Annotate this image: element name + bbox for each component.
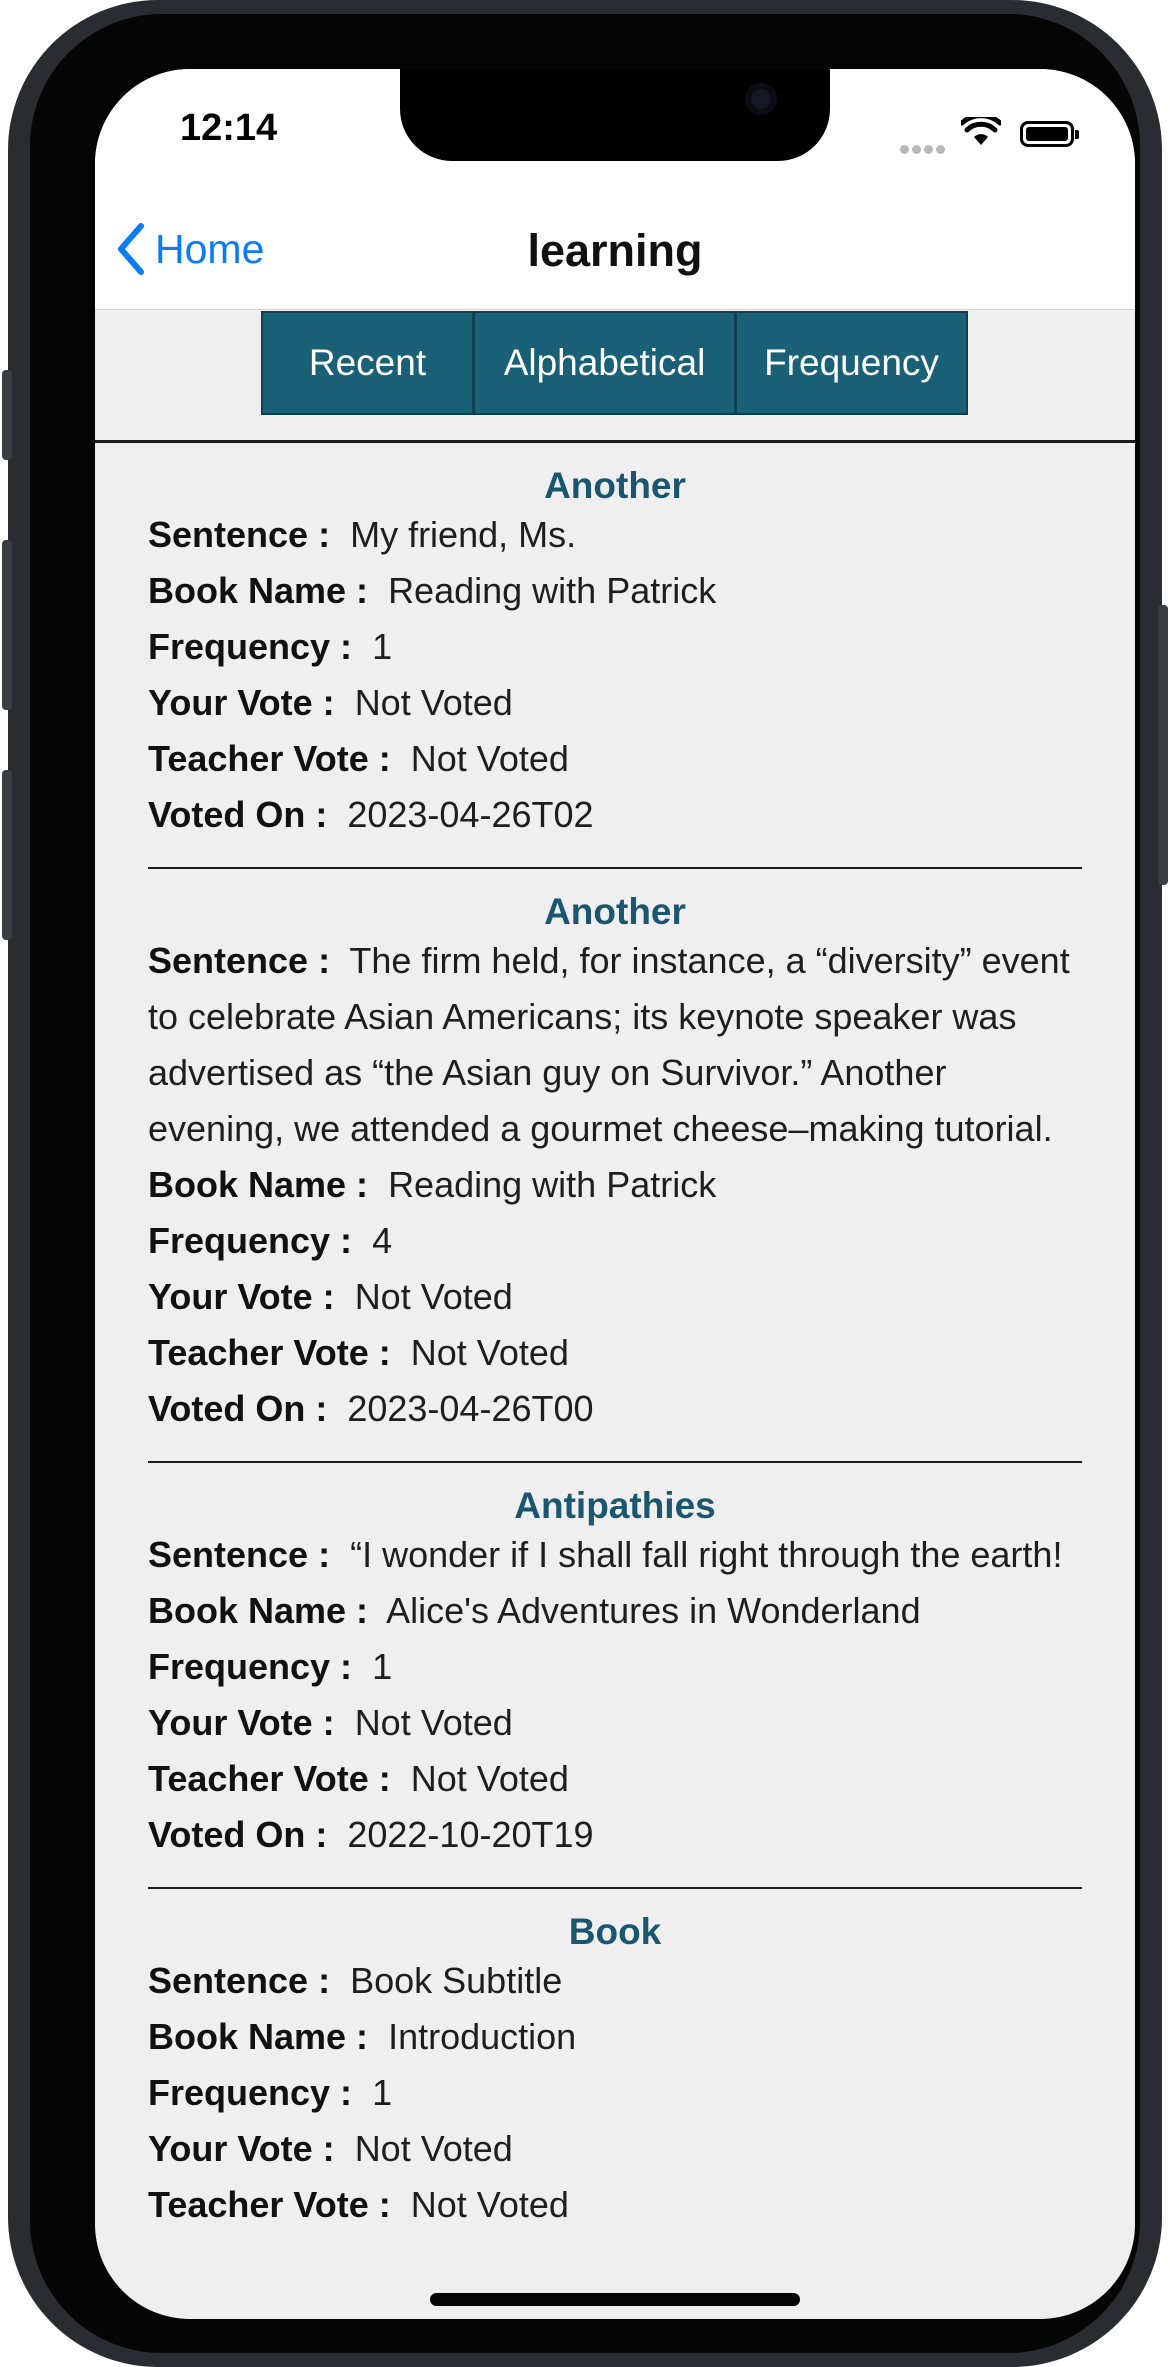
frequency-value: 4 — [372, 1220, 393, 1261]
voted-on-value: 2023-04-26T00 — [347, 1388, 594, 1429]
your-vote-label: Your Vote : — [148, 2128, 335, 2169]
voted-on-label: Voted On : — [148, 1814, 328, 1855]
your-vote-row: Your Vote : Not Voted — [148, 1269, 1082, 1325]
your-vote-label: Your Vote : — [148, 682, 335, 723]
notch — [400, 69, 830, 161]
screen: 12:14 Home learning Recent Alphabetical … — [95, 69, 1135, 2319]
book-name-label: Book Name : — [148, 1164, 369, 1205]
sort-control-area: Recent Alphabetical Frequency — [95, 310, 1135, 440]
sentence-row: Sentence : Book Subtitle — [148, 1953, 1082, 2009]
frequency-row: Frequency : 1 — [148, 619, 1082, 675]
volume-down-button — [2, 770, 12, 940]
sentence-label: Sentence : — [148, 1534, 331, 1575]
voted-on-row: Voted On : 2023-04-26T00 — [148, 1381, 1082, 1437]
page-title: learning — [527, 225, 703, 276]
book-name-row: Book Name : Reading with Patrick — [148, 563, 1082, 619]
your-vote-value: Not Voted — [354, 2128, 513, 2169]
book-name-value: Introduction — [388, 2016, 577, 2057]
frequency-label: Frequency : — [148, 626, 353, 667]
teacher-vote-row: Teacher Vote : Not Voted — [148, 731, 1082, 787]
voted-on-value: 2022-10-20T19 — [347, 1814, 594, 1855]
frequency-row: Frequency : 1 — [148, 2065, 1082, 2121]
power-button — [1158, 605, 1168, 885]
volume-up-button — [2, 540, 12, 710]
book-name-row: Book Name : Introduction — [148, 2009, 1082, 2065]
list-item[interactable]: Antipathies Sentence : “I wonder if I sh… — [95, 1463, 1135, 1863]
frequency-value: 1 — [372, 2072, 393, 2113]
book-name-label: Book Name : — [148, 570, 369, 611]
voted-on-label: Voted On : — [148, 1388, 328, 1429]
your-vote-label: Your Vote : — [148, 1702, 335, 1743]
book-name-row: Book Name : Reading with Patrick — [148, 1157, 1082, 1213]
sort-alphabetical-button[interactable]: Alphabetical — [475, 313, 737, 413]
teacher-vote-value: Not Voted — [410, 1758, 569, 1799]
word-list[interactable]: Another Sentence : My friend, Ms. Book N… — [95, 443, 1135, 2233]
entry-word: Book — [568, 1911, 662, 1952]
sort-segmented-control: Recent Alphabetical Frequency — [261, 311, 968, 415]
teacher-vote-label: Teacher Vote : — [148, 2184, 391, 2225]
your-vote-row: Your Vote : Not Voted — [148, 675, 1082, 731]
frequency-value: 1 — [372, 1646, 393, 1687]
silent-switch — [2, 370, 12, 460]
teacher-vote-label: Teacher Vote : — [148, 1332, 391, 1373]
your-vote-row: Your Vote : Not Voted — [148, 1695, 1082, 1751]
your-vote-value: Not Voted — [354, 1276, 513, 1317]
sentence-value: “I wonder if I shall fall right through … — [350, 1534, 1063, 1575]
navigation-bar: Home learning — [95, 189, 1135, 310]
book-name-value: Reading with Patrick — [388, 1164, 717, 1205]
sentence-label: Sentence : — [148, 1960, 331, 2001]
camera-icon — [745, 83, 777, 115]
battery-icon — [1020, 121, 1079, 147]
teacher-vote-label: Teacher Vote : — [148, 1758, 391, 1799]
device-bezel: 12:14 Home learning Recent Alphabetical … — [30, 14, 1140, 2353]
book-name-value: Alice's Adventures in Wonderland — [386, 1590, 921, 1631]
your-vote-value: Not Voted — [354, 1702, 513, 1743]
list-item[interactable]: Book Sentence : Book Subtitle Book Name … — [95, 1889, 1135, 2233]
your-vote-value: Not Voted — [354, 682, 513, 723]
signal-icon — [900, 141, 948, 159]
entry-word: Another — [544, 891, 686, 932]
frequency-label: Frequency : — [148, 2072, 353, 2113]
teacher-vote-value: Not Voted — [410, 2184, 569, 2225]
frequency-row: Frequency : 1 — [148, 1639, 1082, 1695]
book-name-value: Reading with Patrick — [388, 570, 717, 611]
sentence-label: Sentence : — [148, 940, 331, 981]
entry-word: Antipathies — [514, 1485, 716, 1526]
teacher-vote-value: Not Voted — [410, 738, 569, 779]
sentence-row: Sentence : The firm held, for instance, … — [148, 933, 1082, 1157]
sentence-row: Sentence : My friend, Ms. — [148, 507, 1082, 563]
teacher-vote-label: Teacher Vote : — [148, 738, 391, 779]
sentence-value: My friend, Ms. — [350, 514, 577, 555]
voted-on-value: 2023-04-26T02 — [347, 794, 594, 835]
frequency-value: 1 — [372, 626, 393, 667]
teacher-vote-row: Teacher Vote : Not Voted — [148, 2177, 1082, 2233]
voted-on-label: Voted On : — [148, 794, 328, 835]
list-item[interactable]: Another Sentence : My friend, Ms. Book N… — [95, 443, 1135, 843]
wifi-icon — [961, 117, 1001, 145]
sort-frequency-button[interactable]: Frequency — [737, 313, 966, 413]
frequency-row: Frequency : 4 — [148, 1213, 1082, 1269]
sentence-value: Book Subtitle — [350, 1960, 563, 2001]
book-name-label: Book Name : — [148, 2016, 369, 2057]
book-name-label: Book Name : — [148, 1590, 369, 1631]
voted-on-row: Voted On : 2023-04-26T02 — [148, 787, 1082, 843]
voted-on-row: Voted On : 2022-10-20T19 — [148, 1807, 1082, 1863]
device-frame: 12:14 Home learning Recent Alphabetical … — [2, 0, 1168, 2367]
frequency-label: Frequency : — [148, 1220, 353, 1261]
home-indicator[interactable] — [430, 2293, 800, 2306]
frequency-label: Frequency : — [148, 1646, 353, 1687]
status-time: 12:14 — [180, 107, 278, 149]
list-item[interactable]: Another Sentence : The firm held, for in… — [95, 869, 1135, 1437]
your-vote-row: Your Vote : Not Voted — [148, 2121, 1082, 2177]
teacher-vote-row: Teacher Vote : Not Voted — [148, 1325, 1082, 1381]
book-name-row: Book Name : Alice's Adventures in Wonder… — [148, 1583, 1082, 1639]
sort-recent-button[interactable]: Recent — [263, 313, 475, 413]
your-vote-label: Your Vote : — [148, 1276, 335, 1317]
sentence-label: Sentence : — [148, 514, 331, 555]
entry-word: Another — [544, 465, 686, 506]
teacher-vote-value: Not Voted — [410, 1332, 569, 1373]
sentence-row: Sentence : “I wonder if I shall fall rig… — [148, 1527, 1082, 1583]
teacher-vote-row: Teacher Vote : Not Voted — [148, 1751, 1082, 1807]
